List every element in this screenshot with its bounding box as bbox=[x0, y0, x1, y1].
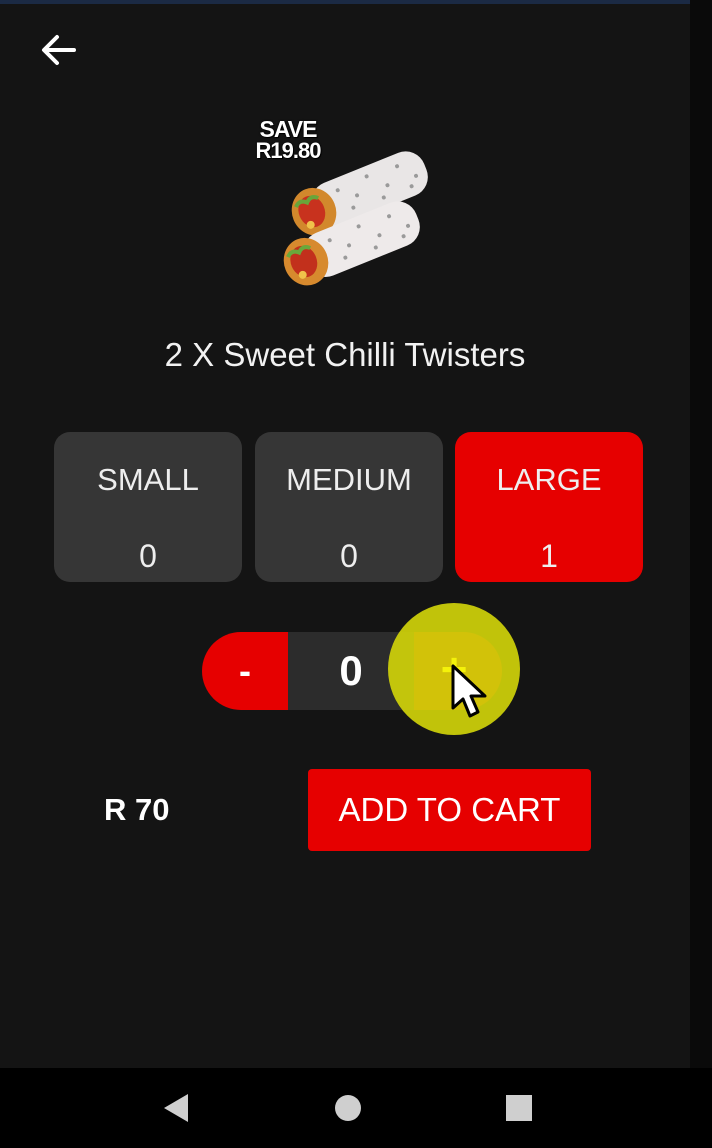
quantity-stepper: - 0 bbox=[202, 632, 502, 710]
size-label: LARGE bbox=[496, 462, 602, 497]
size-option-large[interactable]: LARGE 1 bbox=[455, 432, 643, 582]
save-badge-line1: SAVE bbox=[259, 116, 318, 142]
back-triangle-icon bbox=[164, 1094, 188, 1122]
save-badge: SAVE R19.80 bbox=[248, 118, 328, 162]
screen: SAVE R19.80 2 X Sweet Chilli Twisters SM… bbox=[0, 0, 712, 1148]
size-option-medium[interactable]: MEDIUM 0 bbox=[255, 432, 443, 582]
product-image: SAVE R19.80 bbox=[240, 112, 450, 292]
add-to-cart-button[interactable]: ADD TO CART bbox=[308, 769, 591, 851]
increment-button[interactable] bbox=[414, 632, 502, 710]
screen-edge bbox=[690, 0, 712, 1068]
product-title: 2 X Sweet Chilli Twisters bbox=[164, 336, 526, 373]
recents-square-icon bbox=[506, 1095, 532, 1121]
size-label: SMALL bbox=[97, 462, 199, 497]
nav-back-button[interactable] bbox=[146, 1082, 206, 1134]
arrow-left-icon bbox=[42, 35, 76, 65]
size-count: 1 bbox=[540, 538, 558, 574]
decrement-button[interactable]: - bbox=[202, 632, 288, 710]
size-count: 0 bbox=[139, 538, 157, 574]
status-bar-edge bbox=[0, 0, 712, 4]
size-count: 0 bbox=[340, 538, 358, 574]
nav-home-button[interactable] bbox=[318, 1082, 378, 1134]
system-nav-bar bbox=[0, 1068, 712, 1148]
save-badge-line2: R19.80 bbox=[255, 138, 322, 163]
home-circle-icon bbox=[335, 1095, 361, 1121]
price-label: R 70 bbox=[104, 792, 170, 827]
quantity-value: 0 bbox=[288, 632, 414, 710]
back-button[interactable] bbox=[30, 26, 86, 74]
nav-recents-button[interactable] bbox=[489, 1082, 549, 1134]
size-option-small[interactable]: SMALL 0 bbox=[54, 432, 242, 582]
size-label: MEDIUM bbox=[286, 462, 412, 497]
